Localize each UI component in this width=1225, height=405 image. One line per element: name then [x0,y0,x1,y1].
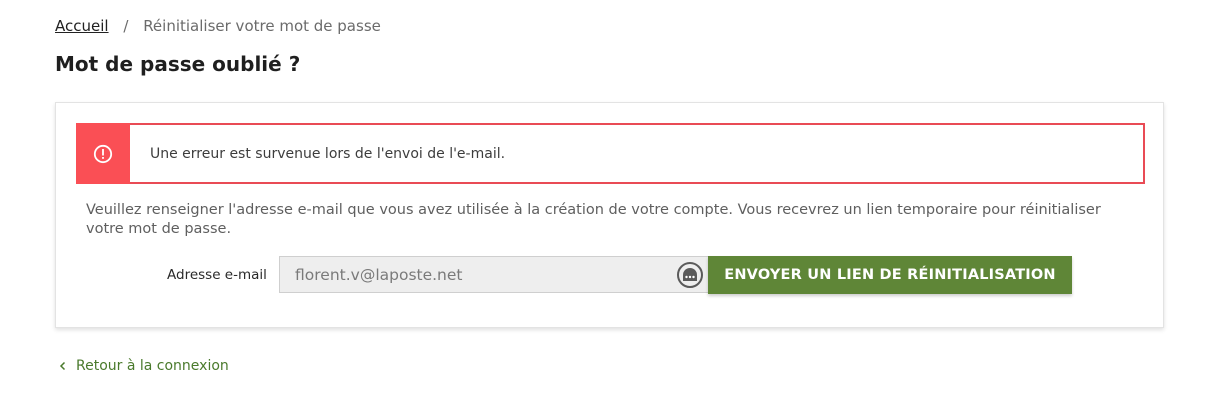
page: Accueil / Réinitialiser votre mot de pas… [0,0,1225,405]
instructions-text: Veuillez renseigner l'adresse e-mail que… [86,202,1101,237]
breadcrumb-current: Réinitialiser votre mot de passe [143,17,381,35]
alert-message: Une erreur est survenue lors de l'envoi … [150,145,506,162]
chevron-left-icon [59,361,66,371]
alert-icon-box [76,123,130,184]
breadcrumb: Accueil / Réinitialiser votre mot de pas… [55,17,381,35]
page-title: Mot de passe oublié ? [55,52,301,76]
password-manager-icon[interactable] [676,261,704,289]
breadcrumb-separator: / [123,17,129,35]
error-alert: Une erreur est survenue lors de l'envoi … [76,123,1145,184]
back-to-login-link[interactable]: Retour à la connexion [58,358,229,374]
breadcrumb-home-link[interactable]: Accueil [55,17,109,35]
exclamation-circle-icon [93,144,113,163]
email-field-wrapper [279,256,709,293]
back-to-login-label: Retour à la connexion [76,358,229,374]
reset-password-card: Une erreur est survenue lors de l'envoi … [55,102,1164,328]
email-label: Adresse e-mail [167,267,267,283]
send-reset-link-button[interactable]: ENVOYER UN LIEN DE RÉINITIALISATION [708,256,1072,294]
email-input[interactable] [280,257,708,292]
